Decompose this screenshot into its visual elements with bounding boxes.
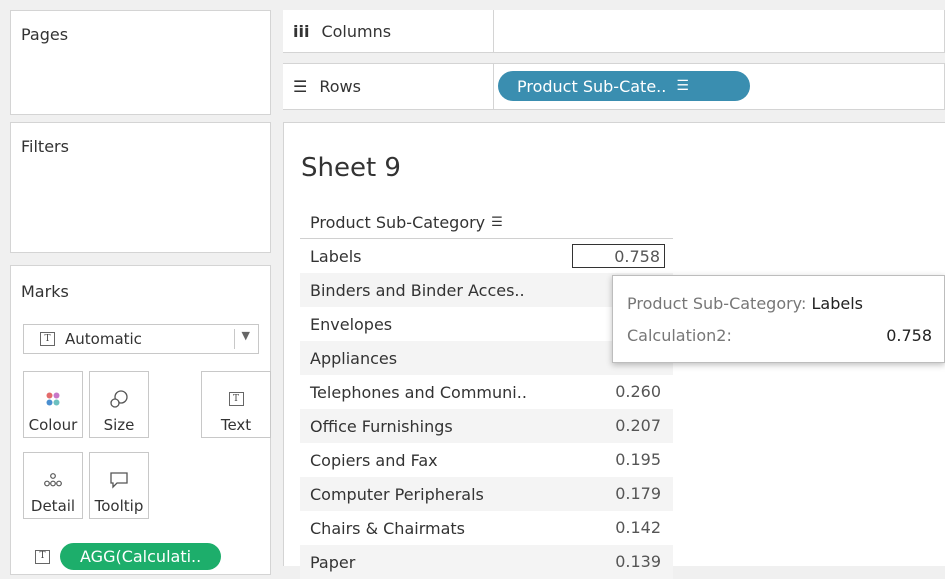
detail-button[interactable]: Detail bbox=[23, 452, 83, 519]
columns-icon: iii bbox=[293, 21, 310, 41]
row-label: Labels bbox=[310, 246, 362, 266]
marks-card: Marks T Automatic ▼ Colour Size T Text D… bbox=[10, 265, 271, 575]
pages-card[interactable]: Pages bbox=[10, 10, 271, 115]
speech-bubble-icon bbox=[109, 465, 129, 495]
colour-button[interactable]: Colour bbox=[23, 371, 83, 438]
filters-title: Filters bbox=[21, 137, 69, 156]
detail-icon bbox=[44, 465, 62, 495]
tooltip-key: Calculation2: bbox=[627, 326, 732, 345]
text-label: Text bbox=[220, 416, 252, 434]
row-value[interactable]: 0.179 bbox=[572, 482, 665, 506]
sheet-title: Sheet 9 bbox=[301, 153, 401, 183]
row-label: Binders and Binder Acces.. bbox=[310, 280, 525, 300]
text-button[interactable]: T Text bbox=[201, 371, 271, 438]
tooltip-key: Product Sub-Category: bbox=[627, 294, 807, 313]
table-row[interactable]: Telephones and Communi.. 0.260 bbox=[300, 375, 673, 409]
table-row[interactable]: Copiers and Fax 0.195 bbox=[300, 443, 673, 477]
data-table: Product Sub-Category ☰ Labels 0.758 Binder… bbox=[300, 207, 673, 579]
colour-label: Colour bbox=[28, 416, 78, 434]
size-label: Size bbox=[103, 416, 135, 434]
row-value[interactable]: 0.260 bbox=[572, 380, 665, 404]
row-value[interactable]: 0.139 bbox=[572, 550, 665, 574]
row-value[interactable]: 0.142 bbox=[572, 516, 665, 540]
filters-card[interactable]: Filters bbox=[10, 122, 271, 253]
rows-pill[interactable]: Product Sub-Cate.. ☰ bbox=[498, 71, 750, 101]
detail-label: Detail bbox=[30, 497, 76, 515]
table-row[interactable]: Computer Peripherals 0.179 bbox=[300, 477, 673, 511]
row-label: Copiers and Fax bbox=[310, 450, 438, 470]
column-header-label: Product Sub-Category bbox=[310, 213, 486, 232]
row-label: Computer Peripherals bbox=[310, 484, 484, 504]
tooltip-value: Labels bbox=[811, 294, 863, 313]
columns-shelf[interactable]: iii Columns bbox=[283, 10, 945, 53]
table-row[interactable]: Paper 0.139 bbox=[300, 545, 673, 579]
size-icon bbox=[109, 384, 129, 414]
tooltip-button[interactable]: Tooltip bbox=[89, 452, 149, 519]
tooltip-label: Tooltip bbox=[94, 497, 144, 515]
row-label: Office Furnishings bbox=[310, 416, 453, 436]
text-icon: T bbox=[35, 549, 50, 564]
row-label: Appliances bbox=[310, 348, 398, 368]
columns-label: Columns bbox=[321, 21, 392, 41]
row-label: Envelopes bbox=[310, 314, 393, 334]
rows-shelf[interactable]: ☰ Rows Product Sub-Cate.. ☰ bbox=[283, 63, 945, 110]
row-label: Telephones and Communi.. bbox=[310, 382, 527, 402]
table-row[interactable]: Office Furnishings 0.207 bbox=[300, 409, 673, 443]
row-label: Paper bbox=[310, 552, 356, 572]
tooltip-value: 0.758 bbox=[886, 326, 932, 345]
row-value[interactable]: 0.758 bbox=[572, 244, 665, 268]
row-value[interactable]: 0.207 bbox=[572, 414, 665, 438]
hover-tooltip: Product Sub-Category: Labels Calculation… bbox=[612, 275, 945, 363]
table-row[interactable]: Labels 0.758 bbox=[300, 239, 673, 273]
pages-title: Pages bbox=[21, 25, 69, 44]
row-label: Chairs & Chairmats bbox=[310, 518, 465, 538]
rows-icon: ☰ bbox=[293, 77, 308, 96]
colour-icon bbox=[46, 384, 60, 414]
rows-pill-label: Product Sub-Cate.. bbox=[517, 76, 667, 96]
sort-icon: ☰ bbox=[676, 78, 689, 94]
rows-label: Rows bbox=[319, 77, 361, 96]
sort-icon[interactable]: ☰ bbox=[491, 215, 503, 230]
column-header[interactable]: Product Sub-Category ☰ bbox=[300, 207, 673, 239]
size-button[interactable]: Size bbox=[89, 371, 149, 438]
row-value[interactable]: 0.195 bbox=[572, 448, 665, 472]
table-row[interactable]: Chairs & Chairmats 0.142 bbox=[300, 511, 673, 545]
text-icon: T bbox=[228, 392, 244, 406]
